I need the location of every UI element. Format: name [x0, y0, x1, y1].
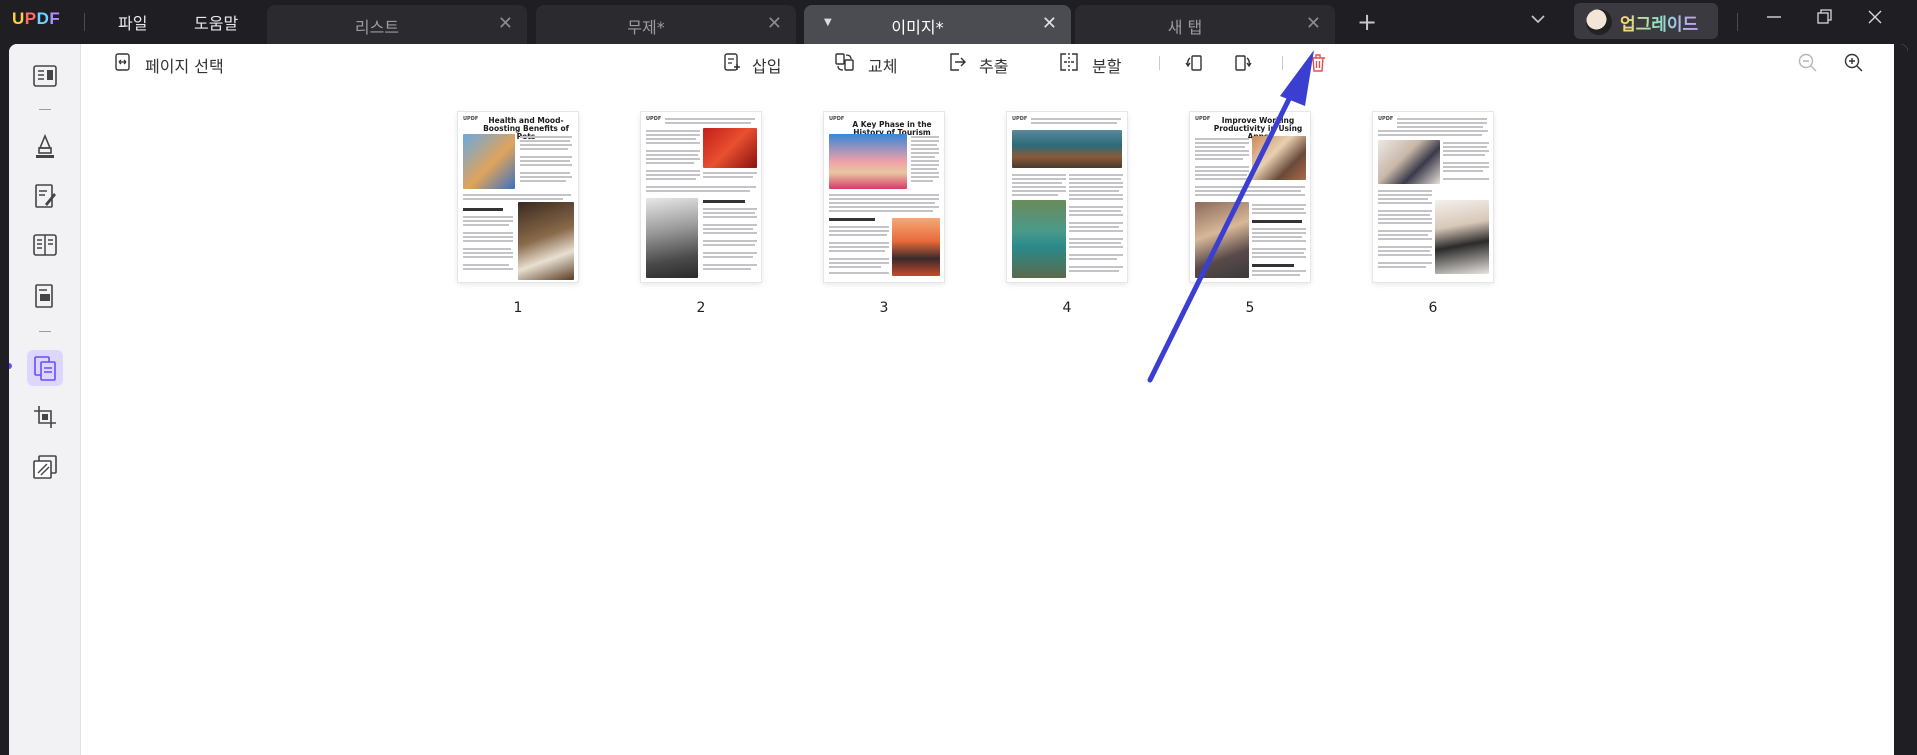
zoom-in-icon[interactable]	[1843, 52, 1865, 74]
page-image	[518, 202, 574, 280]
page-number: 2	[696, 300, 706, 316]
rotate-right-icon[interactable]	[1231, 52, 1253, 74]
page-image	[1378, 140, 1440, 184]
rotate-left-icon[interactable]	[1184, 52, 1206, 74]
page-organizer: 페이지 선택 삽입 교체 추출 분할 UPDF Health and Mood-…	[81, 44, 1908, 755]
upgrade-label: 업그레이드	[1620, 10, 1698, 35]
page-image	[892, 218, 940, 276]
page-image	[1252, 136, 1306, 180]
page-logo: UPDF	[829, 116, 845, 122]
edit-pdf-icon[interactable]	[31, 182, 59, 210]
page-image	[703, 128, 757, 168]
toolbar-separator	[1159, 56, 1160, 70]
form-icon[interactable]	[31, 231, 59, 259]
page-image	[463, 134, 515, 189]
sidebar-divider	[39, 109, 51, 110]
restore-icon[interactable]	[1816, 8, 1834, 31]
close-icon[interactable]: ✕	[1306, 13, 1321, 34]
page-logo: UPDF	[1378, 116, 1394, 122]
tab-label: 이미지*	[891, 18, 944, 37]
page-number: 5	[1245, 300, 1255, 316]
split-button[interactable]: 분할	[1058, 52, 1128, 76]
upgrade-button[interactable]: 업그레이드	[1574, 3, 1718, 39]
page-number: 1	[513, 300, 523, 316]
updf-logo: UPDF	[12, 9, 61, 28]
page-image	[1012, 200, 1066, 278]
crop-icon[interactable]	[31, 403, 59, 431]
tab-list[interactable]: 리스트 ✕	[267, 5, 527, 44]
extract-icon	[950, 53, 966, 71]
extract-button[interactable]: 추출	[947, 52, 1017, 76]
title-bar: UPDF 파일 도움말 리스트 ✕ 무제* ✕ ▼ 이미지* ✕ 새 탭 ✕ +…	[0, 0, 1917, 44]
tab-image[interactable]: ▼ 이미지* ✕	[804, 5, 1071, 44]
page-number: 4	[1062, 300, 1072, 316]
page-logo: UPDF	[463, 116, 479, 122]
highlighter-icon[interactable]	[31, 132, 59, 160]
page-image	[829, 134, 907, 189]
avatar	[1586, 9, 1612, 35]
close-icon[interactable]: ✕	[1042, 13, 1057, 34]
replace-icon	[835, 53, 854, 71]
zoom-out-icon[interactable]	[1797, 52, 1819, 74]
page-image	[646, 198, 698, 278]
page-thumbnail-3[interactable]: UPDF A Key Phase in the History of Touri…	[824, 112, 944, 282]
sign-icon[interactable]	[31, 282, 59, 310]
insert-label: 삽입	[752, 57, 782, 76]
split-icon	[1060, 53, 1078, 71]
layers-icon[interactable]	[31, 453, 59, 481]
app-window: 페이지 선택 삽입 교체 추출 분할 UPDF Health and Mood-…	[9, 44, 1908, 755]
tab-new[interactable]: 새 탭 ✕	[1075, 5, 1335, 44]
tab-untitled[interactable]: 무제* ✕	[536, 5, 796, 44]
page-thumbnail-6[interactable]: UPDF	[1373, 112, 1493, 282]
split-label: 분할	[1092, 57, 1122, 76]
replace-button[interactable]: 교체	[834, 52, 904, 76]
page-image	[1435, 200, 1489, 274]
left-toolbar	[9, 44, 81, 755]
select-pages-button[interactable]: 페이지 선택	[113, 52, 243, 76]
toolbar-separator	[1282, 56, 1283, 70]
page-thumbnail-2[interactable]: UPDF	[641, 112, 761, 282]
organize-pages-icon[interactable]	[31, 354, 59, 382]
reader-icon[interactable]	[31, 62, 59, 90]
extract-label: 추출	[979, 57, 1009, 76]
close-icon[interactable]: ✕	[498, 13, 513, 34]
page-number: 6	[1428, 300, 1438, 316]
page-number: 3	[879, 300, 889, 316]
minimize-icon[interactable]	[1765, 8, 1783, 31]
page-thumbnail-1[interactable]: UPDF Health and Mood-Boosting Benefits o…	[458, 112, 578, 282]
insert-icon	[724, 53, 740, 71]
tab-label: 새 탭	[1167, 18, 1203, 37]
replace-label: 교체	[868, 57, 898, 76]
select-pages-icon	[115, 53, 130, 71]
tab-label: 무제*	[627, 18, 665, 37]
title-separator	[1737, 13, 1738, 31]
new-tab-icon[interactable]: +	[1357, 8, 1377, 36]
delete-icon[interactable]	[1307, 52, 1329, 74]
page-image	[1195, 202, 1249, 278]
organize-toolbar: 페이지 선택 삽입 교체 추출 분할	[81, 44, 1908, 78]
close-icon[interactable]: ✕	[767, 13, 782, 34]
page-thumbnail-4[interactable]: UPDF	[1007, 112, 1127, 282]
page-logo: UPDF	[1012, 116, 1028, 122]
page-thumbnail-5[interactable]: UPDF Improve Working Productivity in Usi…	[1190, 112, 1310, 282]
title-separator	[84, 13, 85, 31]
sidebar-divider	[39, 331, 51, 332]
close-window-icon[interactable]	[1866, 8, 1884, 31]
menu-help[interactable]: 도움말	[194, 10, 238, 34]
page-logo: UPDF	[646, 116, 662, 122]
insert-button[interactable]: 삽입	[722, 52, 792, 76]
chevron-down-icon[interactable]	[1530, 10, 1546, 29]
tab-label: 리스트	[354, 18, 400, 37]
page-image	[1012, 130, 1122, 168]
page-logo: UPDF	[1195, 116, 1211, 122]
active-indicator	[9, 363, 12, 369]
menu-file[interactable]: 파일	[118, 10, 147, 34]
select-pages-label: 페이지 선택	[145, 57, 224, 76]
vertical-scrollbar[interactable]	[1894, 44, 1908, 755]
